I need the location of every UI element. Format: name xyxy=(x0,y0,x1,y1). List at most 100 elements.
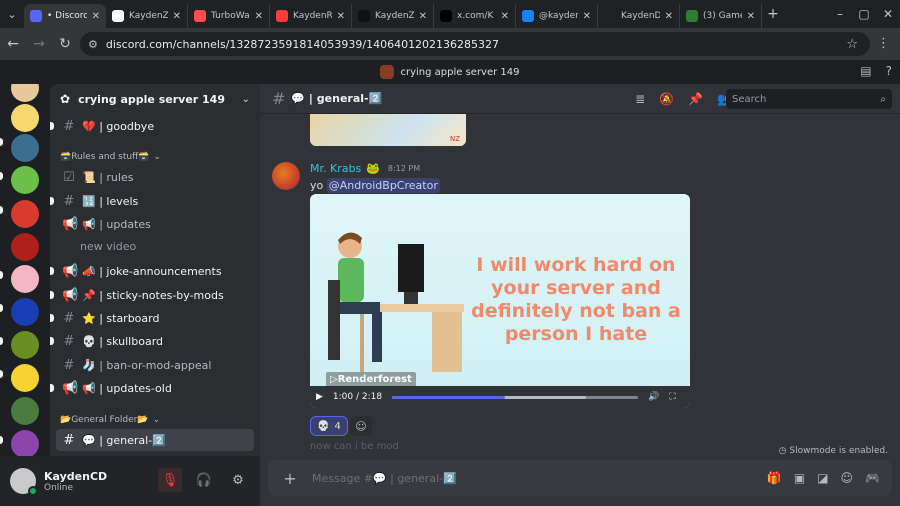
browser-tab[interactable]: x.com/K ✕ xyxy=(434,4,516,28)
server-icon[interactable] xyxy=(11,104,39,132)
help-icon[interactable]: ? xyxy=(886,64,892,78)
play-icon[interactable]: ▶ xyxy=(316,392,323,402)
server-icon[interactable] xyxy=(11,430,39,458)
headphones-icon[interactable]: 🎧 xyxy=(192,468,216,492)
channel-label: 💔 | goodbye xyxy=(82,119,155,133)
unread-dot xyxy=(50,384,54,392)
avatar[interactable] xyxy=(272,162,300,190)
close-tab-icon[interactable]: ✕ xyxy=(173,11,181,22)
browser-tab[interactable]: • Discord ✕ xyxy=(24,4,106,28)
header-tools: ≣ 🔕 📌 👥 xyxy=(635,92,732,106)
avatar[interactable] xyxy=(10,468,38,496)
channel-label: 🔢 | levels xyxy=(82,194,139,208)
forward-icon[interactable]: → xyxy=(26,36,52,52)
browser-tab[interactable]: KaydenD ✕ xyxy=(598,4,680,28)
kaydenz-icon xyxy=(112,10,124,22)
slowmode-text: Slowmode is enabled. xyxy=(789,446,888,456)
close-tab-icon[interactable]: ✕ xyxy=(583,11,591,22)
unread-pill xyxy=(0,337,3,345)
server-icon[interactable] xyxy=(11,364,39,392)
channel-rules[interactable]: ☑ 📜 | rules xyxy=(56,166,254,188)
add-attachment-button[interactable]: + xyxy=(280,468,300,488)
sticker-icon[interactable]: ◪ xyxy=(817,471,828,485)
author-name[interactable]: Mr. Krabs xyxy=(310,162,361,175)
channel-goodbye[interactable]: # 💔 | goodbye xyxy=(50,115,254,137)
pin-icon[interactable]: 📌 xyxy=(688,92,703,106)
add-reaction-button[interactable]: ☺ xyxy=(350,416,372,436)
server-icon[interactable] xyxy=(11,265,39,293)
user-info[interactable]: KaydenCD Online xyxy=(36,470,107,493)
channel-levels[interactable]: # 🔢 | levels xyxy=(50,190,254,212)
close-window-icon[interactable]: ✕ xyxy=(876,7,900,21)
notifications-muted-icon[interactable]: 🔕 xyxy=(659,92,674,106)
browser-menu-icon[interactable]: ⋮ xyxy=(877,36,890,51)
apps-icon[interactable]: 🎮 xyxy=(865,471,880,485)
server-icon[interactable] xyxy=(11,84,39,102)
channel-skullboard[interactable]: # 💀 | skullboard xyxy=(50,330,254,352)
channel-sticky-notes[interactable]: 📢 📌 | sticky-notes-by-mods xyxy=(50,284,254,306)
inbox-icon[interactable]: ▤ xyxy=(860,64,871,78)
channel-general-2[interactable]: # 💬 | general-2️⃣ xyxy=(56,429,254,451)
close-tab-icon[interactable]: ✕ xyxy=(665,11,673,22)
server-header[interactable]: ✿ crying apple server 149 ⌄ xyxy=(50,84,260,114)
gif-icon[interactable]: ▣ xyxy=(794,471,805,485)
channel-ban-appeal[interactable]: # 🧦 | ban-or-mod-appeal xyxy=(56,354,254,376)
fullscreen-icon[interactable]: ⛶ xyxy=(669,392,675,402)
server-icon[interactable] xyxy=(11,298,39,326)
channel-label: 💀 | skullboard xyxy=(82,334,164,348)
maximize-icon[interactable]: ▢ xyxy=(852,7,876,21)
server-icon[interactable] xyxy=(11,397,39,425)
minimize-icon[interactable]: – xyxy=(828,7,852,21)
channel-starboard[interactable]: # ⭐ | starboard xyxy=(50,307,254,329)
thread-new-video[interactable]: new video xyxy=(80,240,136,253)
channel-updates[interactable]: 📢 📢 | updates xyxy=(56,213,254,235)
gift-icon[interactable]: 🎁 xyxy=(767,471,782,485)
url-field[interactable]: ⚙ discord.com/channels/13287235918140539… xyxy=(80,32,870,56)
mic-muted-icon[interactable]: 🎙 xyxy=(158,468,182,492)
bookmark-star-icon[interactable]: ☆ xyxy=(846,37,858,52)
emoji-icon[interactable]: ☺ xyxy=(841,471,854,485)
reaction-skull[interactable]: 💀 4 xyxy=(310,416,348,436)
close-tab-icon[interactable]: ✕ xyxy=(501,11,509,22)
thread-label: new video xyxy=(80,240,137,253)
close-tab-icon[interactable]: ✕ xyxy=(419,11,427,22)
category-general-folder[interactable]: 📂General Folder📂 ⌄ xyxy=(60,415,160,425)
browser-tab[interactable]: KaydenZ ✕ xyxy=(352,4,434,28)
server-icon[interactable] xyxy=(11,166,39,194)
chat-area: # 💬 | general-2️⃣ ≣ 🔕 📌 👥 Search ⌕ NZ Mr… xyxy=(260,84,900,506)
browser-tab[interactable]: @kayden ✕ xyxy=(516,4,598,28)
back-icon[interactable]: ← xyxy=(0,36,26,52)
server-icon[interactable] xyxy=(11,233,39,261)
browser-tab[interactable]: (3) Game ✕ xyxy=(680,4,762,28)
channel-updates-old[interactable]: 📢 📢 | updates-old xyxy=(50,377,254,399)
video-progress-bar[interactable] xyxy=(392,395,639,399)
new-tab-button[interactable]: + xyxy=(762,6,784,22)
browser-tab[interactable]: TurboWa ✕ xyxy=(188,4,270,28)
server-list xyxy=(0,84,50,506)
category-rules[interactable]: 🗃️Rules and stuff🗃️ ⌄ xyxy=(60,152,161,162)
close-tab-icon[interactable]: ✕ xyxy=(747,11,755,22)
browser-tab[interactable]: KaydenZ ✕ xyxy=(106,4,188,28)
channel-joke-announcements[interactable]: 📢 📣 | joke-announcements xyxy=(50,260,254,282)
site-info-icon[interactable]: ⚙ xyxy=(88,38,98,51)
close-tab-icon[interactable]: ✕ xyxy=(337,11,345,22)
close-tab-icon[interactable]: ✕ xyxy=(255,11,263,22)
search-input[interactable]: Search ⌕ xyxy=(726,89,892,109)
user-mention[interactable]: @AndroidBpCreator xyxy=(326,178,440,193)
browser-tab[interactable]: KaydenR ✕ xyxy=(270,4,352,28)
gear-icon[interactable]: ⚙ xyxy=(226,468,250,492)
chevron-down-icon[interactable]: ⌄ xyxy=(242,94,250,105)
previous-image-attachment[interactable]: NZ xyxy=(310,114,466,146)
tab-search-icon[interactable]: ⌄ xyxy=(0,0,24,28)
server-icon[interactable] xyxy=(11,134,39,162)
server-icon[interactable] xyxy=(11,331,39,359)
server-icon[interactable] xyxy=(11,200,39,228)
threads-icon[interactable]: ≣ xyxy=(635,92,645,106)
volume-icon[interactable]: 🔊 xyxy=(648,392,659,402)
rules-checkbox-icon: ☑ xyxy=(63,169,75,185)
message-input[interactable]: Message #💬 | general-2️⃣ xyxy=(312,472,767,485)
close-tab-icon[interactable]: ✕ xyxy=(92,11,100,22)
video-attachment[interactable]: I will work hard on your server and defi… xyxy=(310,194,690,408)
unread-pill xyxy=(0,271,3,279)
reload-icon[interactable]: ↻ xyxy=(52,36,78,52)
